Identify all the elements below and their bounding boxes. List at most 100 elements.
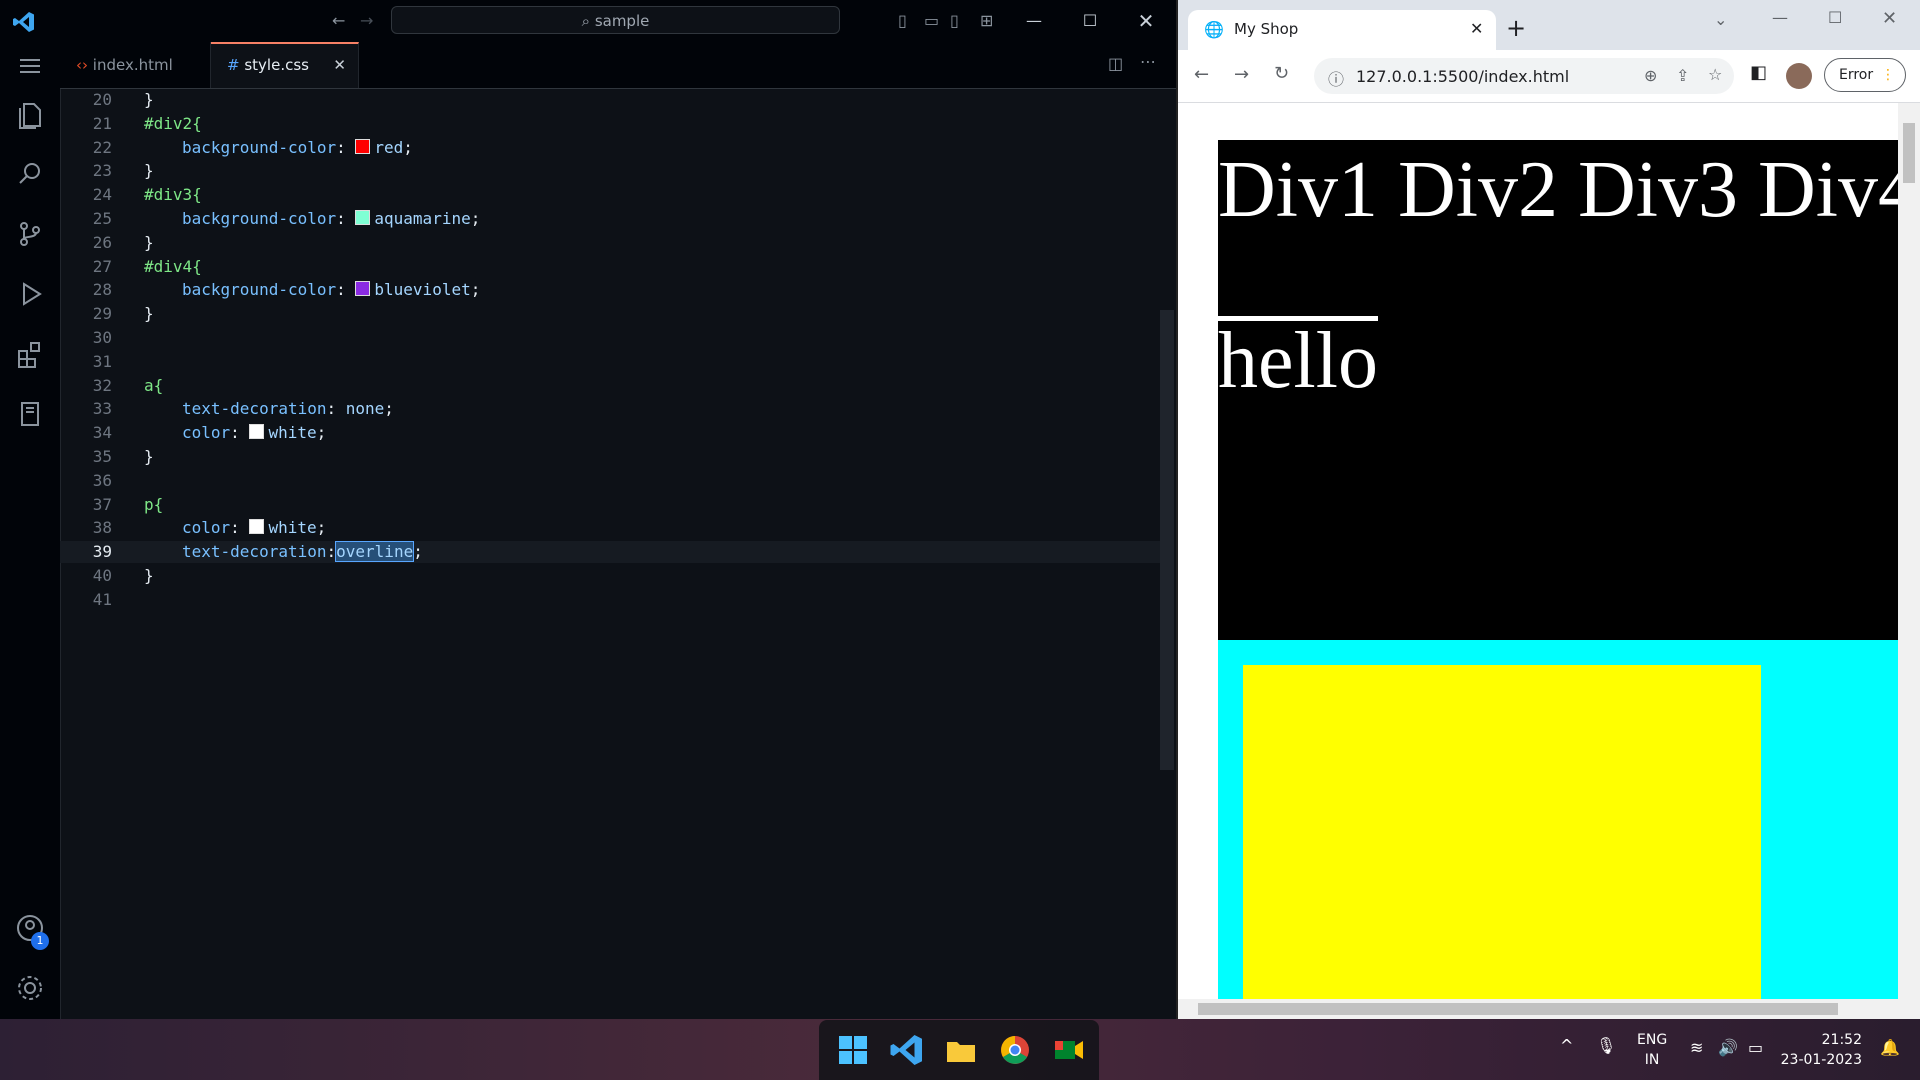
gear-icon[interactable] bbox=[14, 972, 46, 1004]
code-line[interactable]: 29} bbox=[60, 303, 1160, 325]
code-line[interactable]: 30 bbox=[60, 327, 1160, 349]
tab-style-css[interactable]: # style.css ✕ bbox=[211, 42, 359, 88]
chevron-down-icon[interactable]: ⌄ bbox=[1714, 10, 1727, 29]
close-button[interactable]: ✕ bbox=[1118, 0, 1174, 42]
notifications-icon[interactable]: 🔔 bbox=[1880, 1038, 1900, 1057]
code-text: } bbox=[144, 232, 154, 254]
maximize-button[interactable]: ☐ bbox=[1062, 0, 1118, 42]
code-line[interactable]: 23} bbox=[60, 160, 1160, 182]
search-icon[interactable] bbox=[14, 158, 46, 190]
volume-icon[interactable]: 🔊 bbox=[1718, 1038, 1738, 1057]
color-swatch[interactable] bbox=[355, 210, 371, 225]
reload-icon[interactable]: ↻ bbox=[1274, 63, 1289, 84]
source-control-icon[interactable] bbox=[14, 218, 46, 250]
zoom-icon[interactable]: ⊕ bbox=[1644, 66, 1657, 85]
code-line[interactable]: 25 background-color: aquamarine; bbox=[60, 208, 1160, 230]
page-vertical-scrollbar[interactable] bbox=[1898, 103, 1920, 999]
info-icon[interactable]: ⓘ bbox=[1328, 66, 1344, 90]
new-tab-icon[interactable]: + bbox=[1506, 14, 1526, 42]
code-token: } bbox=[144, 447, 154, 466]
minimize-button[interactable]: — bbox=[1772, 8, 1788, 27]
command-center-search[interactable]: ⌕ sample bbox=[391, 6, 840, 34]
minimize-button[interactable]: — bbox=[1006, 0, 1062, 42]
code-line[interactable]: 22 background-color: red; bbox=[60, 137, 1160, 159]
color-swatch[interactable] bbox=[249, 519, 265, 535]
extensions-icon[interactable] bbox=[14, 338, 46, 370]
toggle-secondary-sidebar-icon[interactable]: ▯ bbox=[950, 10, 959, 32]
notebook-icon[interactable] bbox=[14, 398, 46, 430]
split-editor-icon[interactable]: ◫ bbox=[1108, 54, 1123, 73]
forward-arrow-icon[interactable]: → bbox=[1234, 64, 1249, 85]
microphone-icon[interactable]: 🎙 bbox=[1596, 1036, 1616, 1055]
browser-tab[interactable]: 🌐 My Shop ✕ bbox=[1188, 10, 1496, 50]
code-line[interactable]: 36 bbox=[60, 470, 1160, 492]
code-line[interactable]: 38 color: white; bbox=[60, 517, 1160, 539]
run-debug-icon[interactable] bbox=[14, 278, 46, 310]
chrome-icon[interactable] bbox=[997, 1032, 1033, 1068]
semicolon: ; bbox=[403, 137, 413, 157]
close-tab-icon[interactable]: ✕ bbox=[1470, 19, 1483, 38]
css-property: text-decoration bbox=[182, 542, 327, 562]
file-explorer-icon[interactable] bbox=[943, 1032, 979, 1068]
line-number: 27 bbox=[92, 256, 112, 276]
maximize-button[interactable]: ☐ bbox=[1828, 8, 1842, 27]
back-arrow-icon[interactable]: ← bbox=[1194, 64, 1209, 85]
code-line[interactable]: 41 bbox=[60, 589, 1160, 611]
code-line[interactable]: 39 text-decoration:overline; bbox=[60, 541, 1160, 564]
code-line[interactable]: 32 a{ bbox=[60, 375, 1160, 397]
code-line[interactable]: 35} bbox=[60, 446, 1160, 468]
share-icon[interactable]: ⇪ bbox=[1676, 66, 1689, 85]
battery-icon[interactable]: ▭ bbox=[1748, 1038, 1763, 1057]
scroll-thumb[interactable] bbox=[1903, 123, 1915, 183]
close-button[interactable]: ✕ bbox=[1882, 8, 1897, 29]
scroll-thumb[interactable] bbox=[1198, 1003, 1838, 1015]
wifi-icon[interactable]: ≋ bbox=[1690, 1038, 1703, 1057]
tab-index-html[interactable]: ‹› index.html bbox=[60, 42, 211, 88]
toggle-panel-icon[interactable]: ▭ bbox=[924, 10, 939, 32]
avatar[interactable] bbox=[1786, 63, 1812, 89]
code-editor[interactable]: 20} 21 #div2{22 background-color: red; 23} 24… bbox=[60, 89, 1160, 1019]
code-line[interactable]: 40} bbox=[60, 565, 1160, 587]
code-line[interactable]: 27 #div4{ bbox=[60, 256, 1160, 278]
menu-icon[interactable] bbox=[14, 50, 46, 82]
code-line[interactable]: 20} bbox=[60, 89, 1160, 111]
code-line[interactable]: 24 #div3{ bbox=[60, 184, 1160, 206]
address-bar[interactable]: ⓘ 127.0.0.1:5500/index.html ⊕ ⇪ ☆ bbox=[1314, 58, 1734, 94]
line-number: 31 bbox=[92, 351, 112, 371]
nav-links[interactable]: Div1 Div2 Div3 Div4 bbox=[1218, 140, 1898, 240]
code-line[interactable]: 34 color: white; bbox=[60, 422, 1160, 444]
meet-icon[interactable] bbox=[1051, 1032, 1087, 1068]
language-indicator[interactable]: ENG IN bbox=[1637, 1030, 1667, 1070]
code-line[interactable]: 33 text-decoration: none; bbox=[60, 398, 1160, 420]
error-button[interactable]: Error ⋮ bbox=[1824, 58, 1906, 92]
code-line[interactable]: 31 bbox=[60, 351, 1160, 373]
windows-start-icon[interactable] bbox=[835, 1032, 871, 1068]
side-panel-icon[interactable]: ◧ bbox=[1750, 62, 1767, 83]
code-text: color: white; bbox=[182, 422, 326, 444]
vscode-app-icon[interactable] bbox=[889, 1032, 925, 1068]
code-text: text-decoration:overline; bbox=[182, 541, 423, 563]
forward-arrow-icon[interactable]: → bbox=[360, 10, 373, 32]
explorer-icon[interactable] bbox=[14, 98, 46, 130]
editor-scrollbar[interactable] bbox=[1160, 310, 1174, 770]
color-swatch[interactable] bbox=[249, 424, 265, 440]
css-value: blueviolet bbox=[374, 280, 471, 300]
line-number: 24 bbox=[92, 185, 112, 205]
more-actions-icon[interactable]: ⋯ bbox=[1140, 52, 1156, 71]
code-text: } bbox=[144, 303, 154, 325]
code-line[interactable]: 28 background-color: blueviolet; bbox=[60, 279, 1160, 301]
toggle-sidebar-icon[interactable]: ▯ bbox=[898, 10, 907, 32]
page-horizontal-scrollbar[interactable] bbox=[1178, 999, 1920, 1019]
clock[interactable]: 21:52 23-01-2023 bbox=[1781, 1030, 1862, 1070]
star-icon[interactable]: ☆ bbox=[1708, 65, 1722, 84]
customize-layout-icon[interactable]: ⊞ bbox=[980, 10, 993, 32]
line-number: 20 bbox=[92, 90, 112, 109]
color-swatch[interactable] bbox=[355, 281, 371, 297]
code-line[interactable]: 21 #div2{ bbox=[60, 113, 1160, 135]
close-tab-icon[interactable]: ✕ bbox=[333, 44, 346, 86]
back-arrow-icon[interactable]: ← bbox=[332, 10, 345, 32]
code-line[interactable]: 37 p{ bbox=[60, 494, 1160, 516]
color-swatch[interactable] bbox=[355, 138, 371, 154]
chevron-up-icon[interactable]: ^ bbox=[1560, 1036, 1573, 1055]
code-line[interactable]: 26} bbox=[60, 232, 1160, 254]
